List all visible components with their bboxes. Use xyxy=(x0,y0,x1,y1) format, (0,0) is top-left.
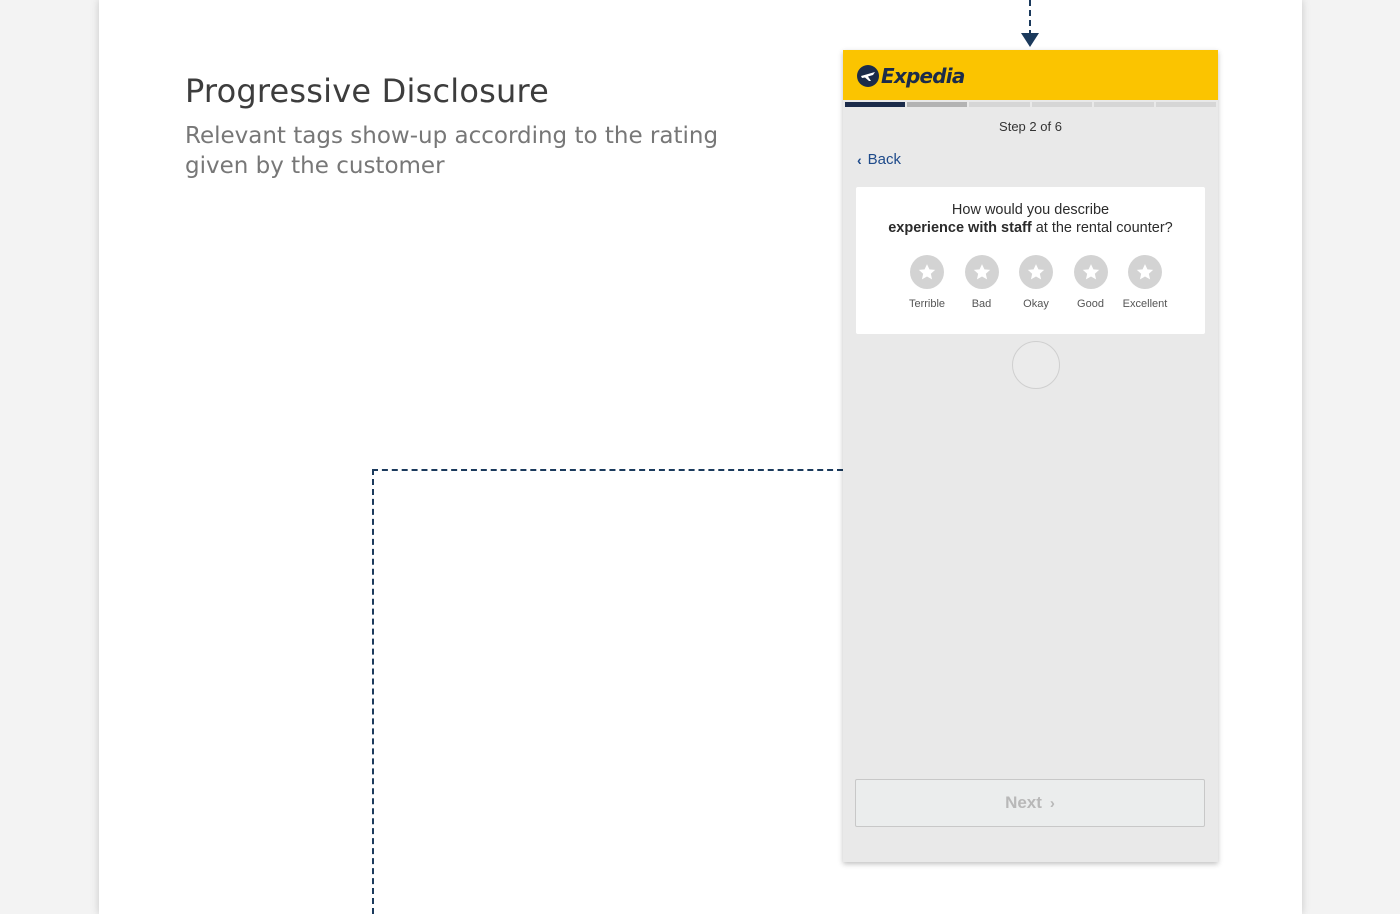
star-icon xyxy=(1019,255,1053,289)
question-emphasis: experience with staff xyxy=(888,220,1032,236)
progress-segment xyxy=(969,102,1030,107)
progress-segment-current xyxy=(907,102,968,107)
rating-bad[interactable]: Bad xyxy=(956,255,1008,310)
connector-top-line xyxy=(1029,0,1031,36)
app-header: Expedia xyxy=(843,50,1218,100)
star-icon xyxy=(910,255,944,289)
connector-vertical-line xyxy=(372,469,374,914)
back-label: Back xyxy=(867,151,902,168)
rating-label: Okay xyxy=(1023,298,1049,310)
chevron-left-icon: ‹ xyxy=(857,151,862,168)
step-indicator: Step 2 of 6 xyxy=(999,119,1062,134)
chevron-right-icon: › xyxy=(1049,794,1055,812)
progress-segment xyxy=(1155,102,1217,107)
next-button[interactable]: Next › xyxy=(855,779,1205,827)
rating-okay[interactable]: Okay xyxy=(1010,255,1062,310)
rating-options: Terrible Bad Okay Good Excellent xyxy=(901,255,1171,310)
next-label: Next xyxy=(1005,793,1042,812)
rating-label: Excellent xyxy=(1122,298,1168,310)
question-rest: at the rental counter? xyxy=(1031,220,1173,236)
question-line1: How would you describe xyxy=(951,202,1110,218)
progress-segment xyxy=(1093,102,1154,107)
connector-horizontal-line xyxy=(372,469,843,471)
rating-label: Bad xyxy=(971,298,992,310)
expedia-logo: Expedia xyxy=(857,63,965,89)
question-text: How would you describe experience with s… xyxy=(856,201,1205,237)
slide-title: Progressive Disclosure xyxy=(185,72,550,110)
slide-subtitle: Relevant tags show-up according to the r… xyxy=(185,123,719,179)
star-icon xyxy=(1073,255,1108,289)
rating-label: Good xyxy=(1077,298,1104,310)
connector-arrow-down-icon xyxy=(1021,33,1039,47)
rating-good[interactable]: Good xyxy=(1065,255,1117,310)
progress-segment-complete xyxy=(845,102,906,107)
brand-name: Expedia xyxy=(881,64,965,88)
step-progress-bar xyxy=(845,102,1217,107)
plane-icon xyxy=(857,65,879,87)
question-card: How would you describe experience with s… xyxy=(856,187,1205,334)
progress-segment xyxy=(1031,102,1092,107)
phone-screen: Expedia Step 2 of 6 ‹ Back How would you… xyxy=(843,50,1218,862)
loading-indicator xyxy=(1012,341,1060,389)
rating-terrible[interactable]: Terrible xyxy=(901,255,953,310)
star-icon xyxy=(1128,255,1162,289)
rating-label: Terrible xyxy=(908,298,946,310)
back-link[interactable]: ‹ Back xyxy=(857,151,901,168)
rating-excellent[interactable]: Excellent xyxy=(1119,255,1171,310)
star-icon xyxy=(964,255,999,289)
